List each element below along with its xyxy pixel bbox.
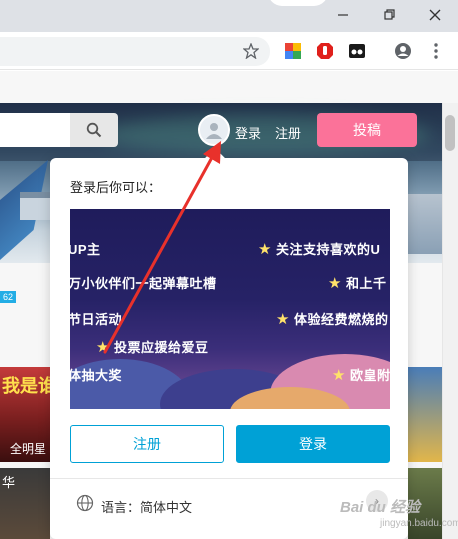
login-button[interactable]: 登录 — [236, 425, 390, 463]
globe-icon — [76, 494, 94, 512]
watermark-url: jingyan.baidu.com — [380, 518, 458, 529]
promo-text: 万小伙伴们一起弹幕吐槽 — [70, 276, 217, 291]
watermark: Bai du 经验 — [340, 499, 421, 516]
browser-tab-edge[interactable] — [268, 0, 328, 6]
popup-divider — [50, 478, 408, 479]
promo-text: ★ 和上千 — [328, 275, 387, 292]
close-icon[interactable] — [412, 0, 458, 30]
popup-title: 登录后你可以： — [70, 180, 162, 195]
photos-extension-icon[interactable] — [283, 41, 303, 61]
language-selector[interactable]: 语言：简体中文 — [101, 497, 192, 516]
browser-toolbar — [0, 32, 458, 70]
star-icon: ★ — [328, 275, 342, 292]
banner-house — [20, 192, 50, 220]
menu-icon[interactable] — [426, 41, 446, 61]
search-icon — [86, 122, 102, 138]
avatar[interactable] — [198, 114, 230, 146]
video-thumbnail-title: 我是谁 — [2, 376, 56, 396]
account-icon[interactable] — [393, 41, 413, 61]
video-thumbnail[interactable] — [408, 367, 442, 462]
promo-text: UP主 — [70, 242, 101, 257]
search-button[interactable] — [70, 113, 118, 147]
video-thumbnail-label: 全明星 — [10, 442, 47, 456]
scrollbar[interactable] — [442, 103, 458, 539]
register-button[interactable]: 注册 — [70, 425, 224, 463]
video-thumbnail-title: 华 — [2, 475, 16, 490]
count-badge: 62 — [0, 291, 16, 303]
star-icon[interactable] — [241, 41, 261, 61]
header-login-link[interactable]: 登录 — [235, 123, 261, 142]
promo-text: ★欧皇附体 — [332, 367, 390, 384]
scrollbar-thumb[interactable] — [445, 115, 455, 151]
promo-text: ★ 体验经费燃烧的 — [276, 311, 389, 328]
adblock-extension-icon[interactable] — [315, 41, 335, 61]
upload-button[interactable]: 投稿 — [317, 113, 417, 147]
search-input[interactable] — [0, 113, 72, 147]
star-icon: ★ — [96, 339, 110, 356]
promo-text: 节日活动 — [70, 312, 123, 327]
star-icon: ★ — [258, 241, 272, 258]
user-avatar-icon — [206, 123, 222, 139]
promo-text: 体抽大奖 — [70, 368, 123, 383]
extension-icon[interactable] — [347, 41, 367, 61]
maximize-icon[interactable] — [366, 0, 412, 30]
address-bar[interactable] — [0, 37, 270, 66]
promo-text: ★ 关注支持喜欢的U — [258, 241, 381, 258]
promo-banner: UP主 ★ 关注支持喜欢的U 万小伙伴们一起弹幕吐槽 ★ 和上千 节日活动 ★ 体验经… — [70, 209, 390, 409]
star-icon: ★ — [332, 367, 346, 384]
header-register-link[interactable]: 注册 — [275, 123, 301, 142]
minimize-icon[interactable] — [320, 0, 366, 30]
promo-text: ★ 投票应援给爱豆 — [96, 339, 209, 356]
banner-decoration — [408, 194, 442, 254]
star-icon: ★ — [276, 311, 290, 328]
